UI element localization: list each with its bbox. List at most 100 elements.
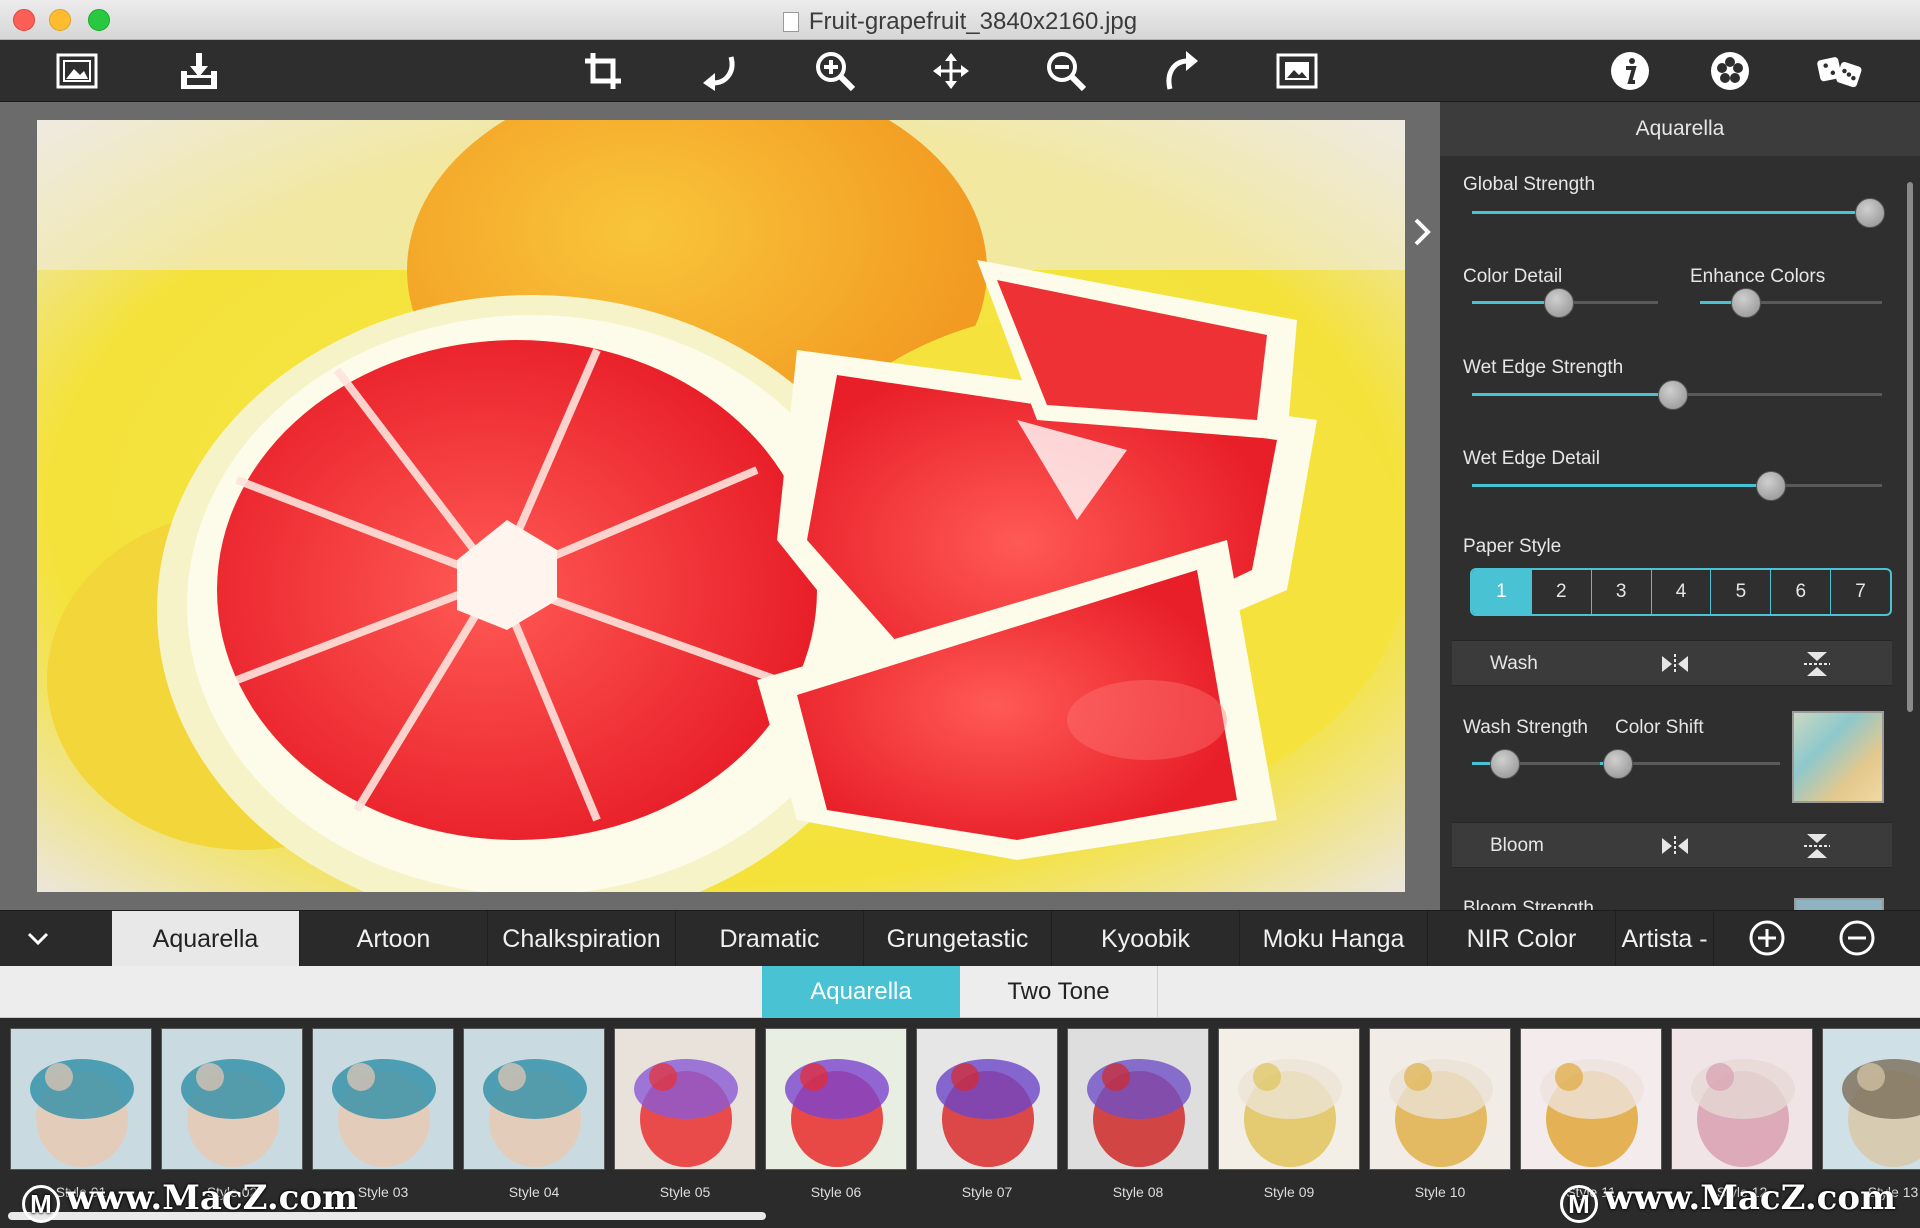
style-preview-icon	[30, 1059, 134, 1167]
style-thumbnail[interactable]	[1671, 1028, 1813, 1170]
style-preview-icon	[1389, 1059, 1493, 1167]
flip-vertical-icon[interactable]	[1802, 832, 1832, 860]
style-thumbnail[interactable]	[1520, 1028, 1662, 1170]
crop-button[interactable]	[578, 47, 628, 95]
color-detail-slider[interactable]	[1472, 288, 1658, 318]
zoom-out-button[interactable]	[1041, 47, 1091, 95]
zoom-out-icon	[1047, 52, 1087, 92]
paper-style-option[interactable]: 2	[1532, 570, 1592, 614]
wash-strength-slider[interactable]	[1472, 749, 1602, 779]
style-preview-icon	[936, 1059, 1040, 1167]
expand-collapse-button[interactable]	[0, 911, 76, 967]
style-thumbnail[interactable]	[463, 1028, 605, 1170]
add-effect-icon[interactable]	[1748, 919, 1786, 957]
pan-move-button[interactable]	[926, 47, 976, 95]
collapse-panel-chevron-icon[interactable]	[1410, 214, 1434, 250]
style-thumbnail[interactable]	[161, 1028, 303, 1170]
main-toolbar	[0, 40, 1920, 102]
style-preview-icon	[1691, 1059, 1795, 1167]
slider-knob[interactable]	[1854, 198, 1885, 228]
wash-label: Wash	[1490, 653, 1538, 674]
tab-aquarella[interactable]: Aquarella	[112, 911, 300, 967]
paper-style-option[interactable]: 7	[1831, 570, 1890, 614]
preview-image[interactable]	[37, 120, 1405, 892]
watermark-right: Mwww.MacZ.com	[1560, 1178, 1896, 1223]
style-thumbnail[interactable]	[1067, 1028, 1209, 1170]
image-canvas[interactable]	[0, 102, 1440, 910]
panel-title: Aquarella	[1440, 102, 1920, 156]
global-strength-slider[interactable]	[1472, 198, 1885, 228]
style-thumbnail[interactable]	[614, 1028, 756, 1170]
style-thumbnail[interactable]	[10, 1028, 152, 1170]
redo-button[interactable]	[1157, 47, 1207, 95]
wet-edge-strength-label: Wet Edge Strength	[1463, 357, 1624, 378]
info-icon	[1611, 52, 1649, 90]
wash-strength-label: Wash Strength	[1463, 717, 1588, 738]
settings-button[interactable]	[1705, 47, 1755, 95]
zoom-in-button[interactable]	[810, 47, 860, 95]
effect-tab-bar: Aquarella Artoon Chalkspiration Dramatic Gru…	[0, 910, 1920, 967]
remove-effect-icon[interactable]	[1838, 919, 1876, 957]
paper-style-segmented-control[interactable]: 1234567	[1470, 568, 1892, 616]
slider-knob[interactable]	[1489, 749, 1520, 779]
wash-texture-swatch[interactable]	[1792, 711, 1884, 803]
window-title-container: Fruit-grapefruit_3840x2160.jpg	[0, 8, 1920, 36]
wash-section-header[interactable]: Wash	[1452, 640, 1892, 686]
paper-style-option[interactable]: 3	[1592, 570, 1652, 614]
color-shift-label: Color Shift	[1615, 717, 1704, 738]
style-thumbnail[interactable]	[1369, 1028, 1511, 1170]
slider-knob[interactable]	[1730, 288, 1761, 318]
style-preview-icon	[1842, 1059, 1920, 1167]
style-thumbnail[interactable]	[312, 1028, 454, 1170]
watermark-logo-icon: M	[1560, 1185, 1598, 1223]
slider-knob[interactable]	[1657, 380, 1688, 410]
paper-style-option[interactable]: 1	[1472, 570, 1532, 614]
wet-edge-detail-slider[interactable]	[1472, 471, 1882, 501]
slider-knob[interactable]	[1756, 471, 1787, 501]
open-image-button[interactable]	[52, 47, 102, 95]
subtab-aquarella[interactable]: Aquarella	[762, 966, 960, 1018]
fit-image-button[interactable]	[1272, 47, 1322, 95]
wet-edge-strength-slider[interactable]	[1472, 380, 1882, 410]
style-thumbnail[interactable]	[916, 1028, 1058, 1170]
style-preview-icon	[1238, 1059, 1342, 1167]
enhance-colors-slider[interactable]	[1700, 288, 1882, 318]
flip-horizontal-icon[interactable]	[1660, 652, 1690, 676]
bloom-strength-label: Bloom Strength	[1463, 898, 1594, 910]
bloom-texture-swatch[interactable]	[1794, 898, 1884, 910]
tab-chalkspiration[interactable]: Chalkspiration	[488, 911, 676, 967]
subtab-two-tone[interactable]: Two Tone	[960, 966, 1158, 1018]
tab-nir-color[interactable]: NIR Color	[1428, 911, 1616, 967]
flip-vertical-icon[interactable]	[1802, 650, 1832, 678]
randomize-button[interactable]	[1815, 47, 1865, 95]
paper-style-option[interactable]: 5	[1711, 570, 1772, 614]
watermark-left: Mwww.MacZ.com	[22, 1178, 358, 1223]
open-image-icon	[56, 53, 98, 89]
color-shift-slider[interactable]	[1600, 749, 1780, 779]
global-strength-label: Global Strength	[1463, 174, 1596, 195]
panel-scrollbar[interactable]	[1907, 182, 1913, 712]
fit-image-icon	[1276, 53, 1318, 89]
style-thumbnail[interactable]	[765, 1028, 907, 1170]
style-thumbnail[interactable]	[1218, 1028, 1360, 1170]
slider-knob[interactable]	[1544, 288, 1575, 318]
tab-dramatic[interactable]: Dramatic	[676, 911, 864, 967]
undo-button[interactable]	[694, 47, 744, 95]
bloom-section-header[interactable]: Bloom	[1452, 822, 1892, 868]
style-thumbnail-label: Style 04	[508, 1184, 560, 1200]
paper-style-option[interactable]: 6	[1771, 570, 1832, 614]
paper-style-label: Paper Style	[1463, 536, 1562, 557]
tab-kyoobik[interactable]: Kyoobik	[1052, 911, 1240, 967]
tab-artista[interactable]: Artista -	[1616, 911, 1714, 967]
tab-moku-hanga[interactable]: Moku Hanga	[1240, 911, 1428, 967]
style-thumbnail-label: Style 10	[1414, 1184, 1466, 1200]
paper-style-option[interactable]: 4	[1652, 570, 1712, 614]
slider-knob[interactable]	[1603, 749, 1633, 779]
tab-artoon[interactable]: Artoon	[300, 911, 488, 967]
info-button[interactable]	[1605, 47, 1655, 95]
style-thumbnail-label: Style 09	[1263, 1184, 1315, 1200]
tab-grungetastic[interactable]: Grungetastic	[864, 911, 1052, 967]
style-thumbnail[interactable]	[1822, 1028, 1920, 1170]
flip-horizontal-icon[interactable]	[1660, 834, 1690, 858]
save-export-button[interactable]	[174, 47, 224, 95]
